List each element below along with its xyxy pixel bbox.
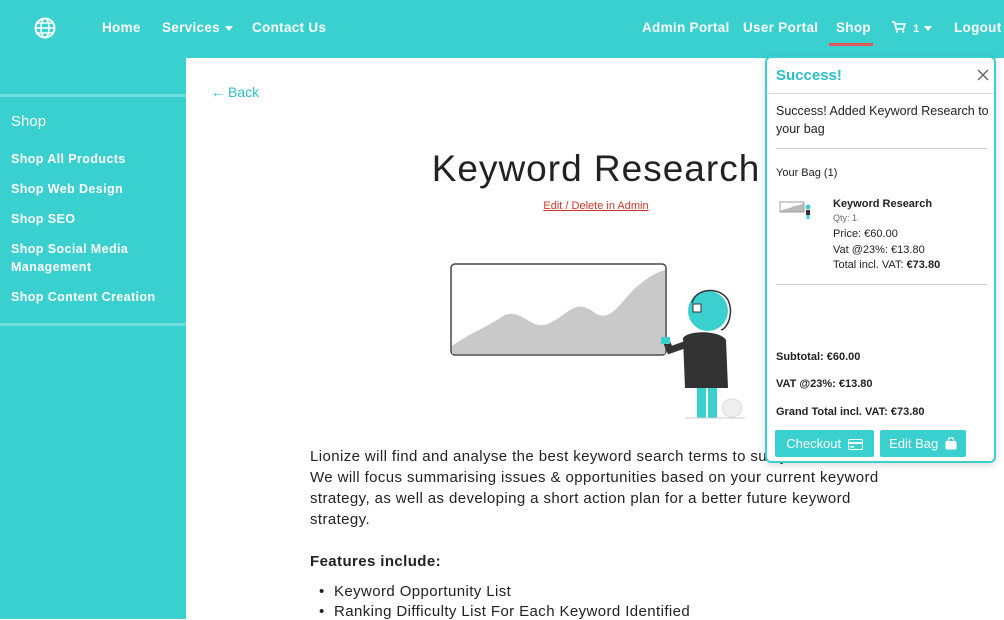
product-illustration bbox=[450, 263, 745, 419]
features-heading: Features include: bbox=[310, 553, 441, 570]
product-thumbnail bbox=[779, 201, 811, 219]
sidebar-item-all-products[interactable]: Shop All Products bbox=[11, 150, 181, 168]
bag-item-qty: Qty: 1 bbox=[833, 213, 858, 223]
arrow-left-icon: ← bbox=[211, 84, 225, 100]
checkout-label: Checkout bbox=[786, 436, 842, 451]
sidebar-item-content-creation[interactable]: Shop Content Creation bbox=[11, 288, 181, 306]
edit-bag-label: Edit Bag bbox=[889, 436, 939, 451]
sidebar-divider bbox=[0, 94, 186, 97]
active-nav-indicator bbox=[829, 43, 873, 46]
shopping-bag-icon bbox=[945, 436, 957, 450]
nav-home-link[interactable]: Home bbox=[102, 20, 141, 35]
nav-user-portal-link[interactable]: User Portal bbox=[743, 20, 818, 35]
grand-total: Grand Total incl. VAT: €73.80 bbox=[776, 406, 925, 418]
shopping-cart-icon bbox=[892, 21, 907, 33]
edit-bag-button[interactable]: Edit Bag bbox=[880, 430, 966, 457]
popup-message: Success! Added Keyword Research to your … bbox=[776, 104, 989, 136]
globe-icon[interactable] bbox=[34, 17, 56, 39]
sidebar-divider bbox=[0, 323, 186, 326]
back-link[interactable]: ← Back bbox=[211, 84, 259, 100]
chevron-down-icon bbox=[224, 25, 233, 31]
bag-item-total-label: Total incl. VAT: bbox=[833, 259, 907, 271]
bag-item-name: Keyword Research bbox=[833, 198, 933, 210]
back-label: Back bbox=[228, 84, 260, 100]
sidebar-title: Shop bbox=[11, 113, 47, 130]
bag-item-total-value: €73.80 bbox=[906, 259, 941, 271]
top-navbar: Home Services Contact Us Admin Portal Us… bbox=[0, 0, 1004, 58]
bag-item-price: Price: €60.00 bbox=[833, 228, 898, 240]
bag-item-vat: Vat @23%: €13.80 bbox=[833, 244, 925, 256]
popup-header: Success! bbox=[767, 58, 994, 94]
cart-success-popup: Success! Success! Added Keyword Research… bbox=[765, 56, 996, 463]
subtotal: Subtotal: €60.00 bbox=[776, 351, 861, 363]
nav-services-label: Services bbox=[162, 20, 220, 35]
cart-count: 1 bbox=[913, 23, 920, 35]
bag-item-total: Total incl. VAT: €73.80 bbox=[833, 259, 940, 271]
nav-services-dropdown[interactable]: Services bbox=[162, 20, 233, 35]
close-icon[interactable] bbox=[976, 68, 990, 82]
credit-card-icon bbox=[847, 439, 863, 450]
feature-list-item: Ranking Difficulty List For Each Keyword… bbox=[319, 603, 690, 620]
chevron-down-icon bbox=[924, 25, 933, 31]
sidebar: Shop Shop All Products Shop Web Design S… bbox=[0, 58, 186, 619]
vat-total: VAT @23%: €13.80 bbox=[776, 378, 873, 390]
sidebar-item-web-design[interactable]: Shop Web Design bbox=[11, 180, 181, 198]
nav-shop-link[interactable]: Shop bbox=[836, 20, 871, 35]
popup-title: Success! bbox=[776, 67, 842, 84]
sidebar-item-social-media[interactable]: Shop Social Media Management bbox=[11, 240, 181, 276]
divider bbox=[776, 148, 987, 149]
nav-admin-portal-link[interactable]: Admin Portal bbox=[642, 20, 730, 35]
divider bbox=[776, 284, 987, 285]
checkout-button[interactable]: Checkout bbox=[775, 430, 874, 457]
nav-logout-link[interactable]: Logout bbox=[954, 20, 1002, 35]
sidebar-item-seo[interactable]: Shop SEO bbox=[11, 210, 181, 228]
nav-cart-dropdown[interactable]: 1 bbox=[892, 20, 933, 35]
feature-list-item: Keyword Opportunity List bbox=[319, 583, 511, 600]
bag-title: Your Bag (1) bbox=[776, 167, 838, 179]
nav-contact-link[interactable]: Contact Us bbox=[252, 20, 326, 35]
